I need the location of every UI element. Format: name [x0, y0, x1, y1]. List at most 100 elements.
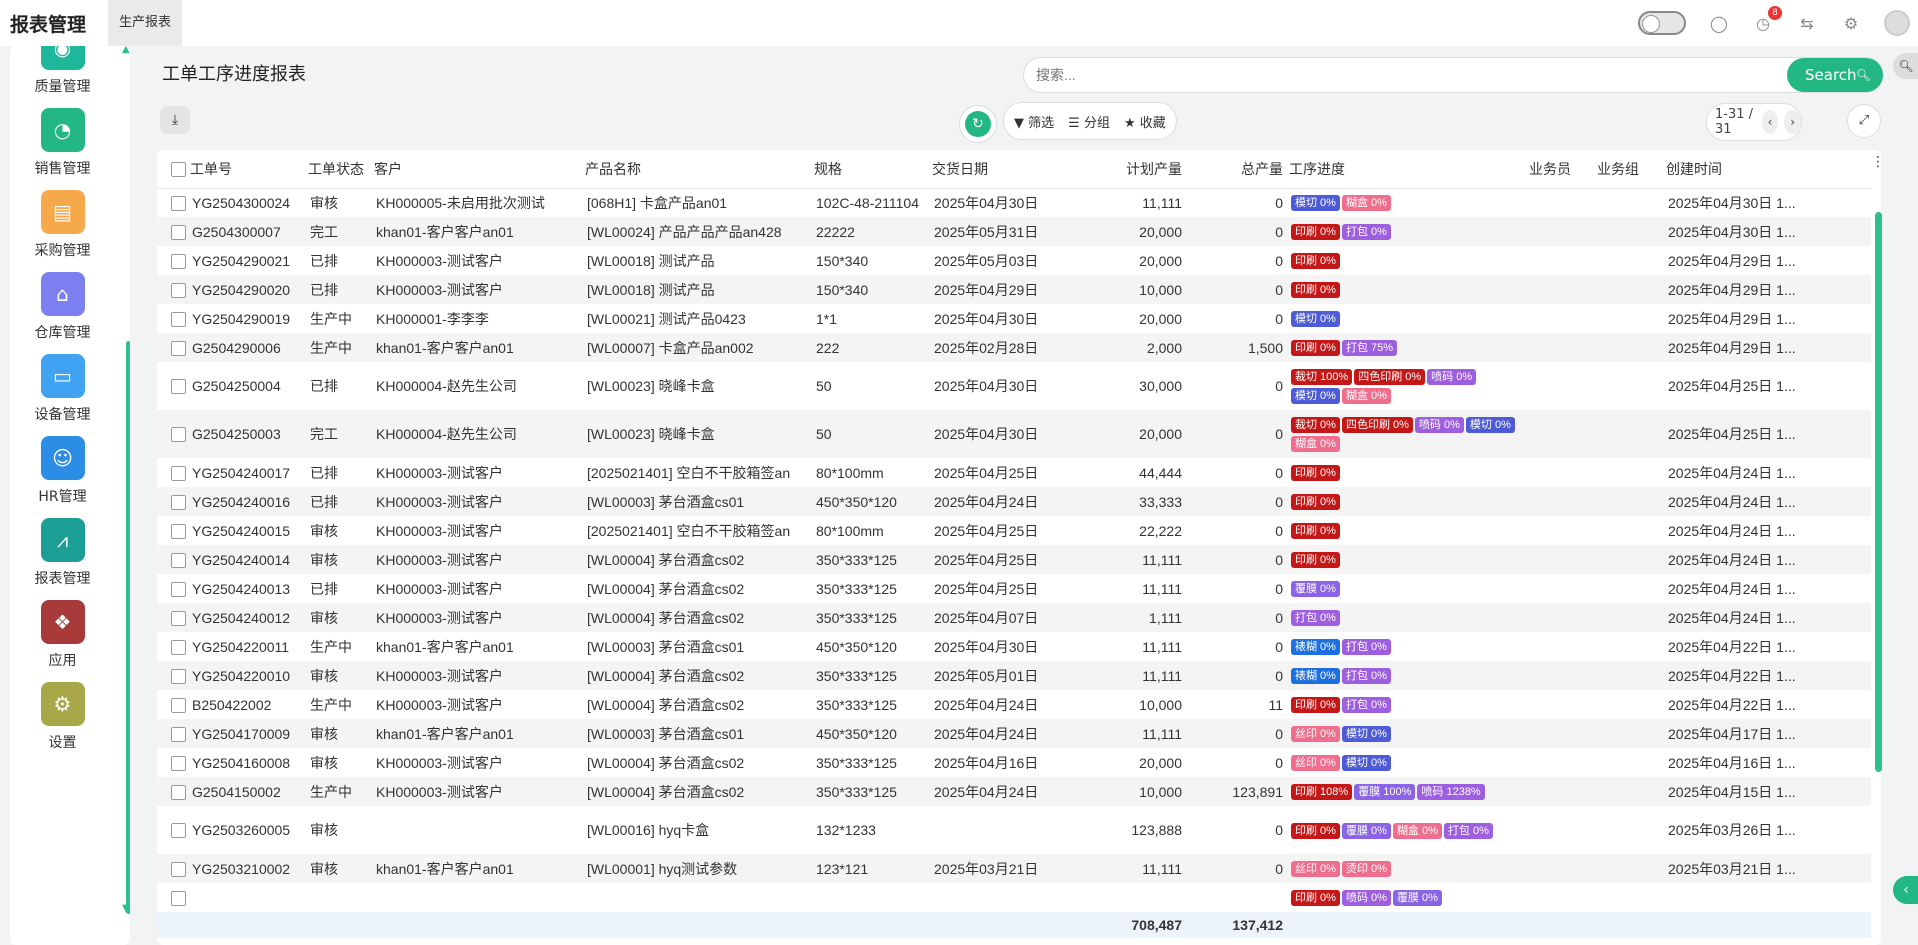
row-checkbox[interactable] [171, 494, 186, 510]
pager-range[interactable]: 1-31 / 31 [1715, 107, 1756, 137]
row-checkbox[interactable] [171, 581, 186, 597]
next-page-button[interactable]: › [1784, 110, 1801, 134]
table-row[interactable]: YG2504290021 已排 KH000003-测试客户 [WL00018] 测试产… [157, 246, 1871, 275]
column-header[interactable]: 工单状态 [308, 150, 374, 189]
settings-icon: ⚙ [40, 682, 85, 726]
table-row[interactable]: YG2504290020 已排 KH000003-测试客户 [WL00018] 测试产… [157, 275, 1871, 304]
cell-salesman [1529, 854, 1597, 883]
chat-icon[interactable]: ◯ [1708, 12, 1730, 34]
cell-customer: KH000001-李李李 [376, 310, 489, 327]
table-row[interactable]: YG2504240015 审核 KH000003-测试客户 [2025021401] … [157, 516, 1871, 545]
sidebar-scrollbar[interactable] [126, 341, 130, 914]
column-header[interactable]: 业务员 [1529, 150, 1597, 189]
cell-group [1597, 661, 1666, 690]
column-header[interactable]: 工单号 [190, 150, 308, 189]
table-row[interactable]: YG2504220011 生产中 khan01-客户客户an01 [WL00003] … [157, 632, 1871, 661]
search-button[interactable]: Search 🔍︎ [1787, 58, 1883, 92]
gear-icon[interactable]: ⚙ [1840, 12, 1862, 34]
table-row[interactable]: G2504290006 生产中 khan01-客户客户an01 [WL00007] 卡… [157, 333, 1871, 362]
row-checkbox[interactable] [171, 311, 186, 327]
table-row[interactable]: YG2504240014 审核 KH000003-测试客户 [WL00004] 茅台酒… [157, 545, 1871, 574]
column-header[interactable]: 工序进度 [1289, 150, 1529, 189]
column-header[interactable]: 创建时间 [1666, 150, 1871, 189]
sidebar-item-0[interactable]: ◉ 质量管理 [10, 46, 115, 96]
row-checkbox[interactable] [171, 755, 186, 771]
row-checkbox[interactable] [171, 697, 186, 713]
table-row[interactable]: G2504250003 完工 KH000004-赵先生公司 [WL00023] 晓峰卡… [157, 410, 1871, 458]
row-checkbox[interactable] [171, 610, 186, 626]
table-row[interactable]: YG2504290019 生产中 KH000001-李李李 [WL00021] 测试产… [157, 304, 1871, 333]
scroll-up-icon[interactable]: ▲ [122, 46, 130, 55]
row-checkbox[interactable] [171, 253, 186, 269]
clock-icon[interactable]: ◷ 8 [1752, 6, 1782, 34]
fullscreen-button[interactable]: ⤢ [1847, 104, 1881, 138]
column-header[interactable]: 客户 [374, 150, 585, 189]
row-checkbox[interactable] [171, 427, 186, 443]
row-checkbox[interactable] [171, 890, 186, 906]
tab-production-report[interactable]: 生产报表 [108, 0, 183, 46]
zoom-icon[interactable]: 🔍︎ [1893, 53, 1918, 79]
column-header[interactable]: 规格 [814, 150, 932, 189]
row-checkbox[interactable] [171, 639, 186, 655]
row-checkbox[interactable] [171, 523, 186, 539]
scroll-down-icon[interactable]: ▼ [122, 903, 130, 914]
sidebar-item-7[interactable]: ❖ 应用 [10, 600, 115, 670]
search-input[interactable] [1023, 57, 1883, 93]
row-checkbox[interactable] [171, 552, 186, 568]
avatar[interactable] [1884, 10, 1910, 36]
table-row[interactable]: YG2503210002 审核 khan01-客户客户an01 [WL00001] h… [157, 854, 1871, 883]
table-row[interactable]: G2504300007 完工 khan01-客户客户an01 [WL00024] 产品… [157, 217, 1871, 246]
sidebar-item-5[interactable]: ☺ HR管理 [10, 436, 115, 506]
table-row[interactable]: YG2503260005 审核 [WL00016] hyq卡盒 132*1233 123… [157, 806, 1871, 854]
table-row[interactable]: YG2504240017 已排 KH000003-测试客户 [2025021401] … [157, 458, 1871, 487]
row-checkbox[interactable] [171, 784, 186, 800]
theme-toggle[interactable] [1638, 11, 1686, 35]
column-header[interactable]: 总产量 [1188, 150, 1289, 189]
cell-no: G2504150002 [190, 777, 308, 806]
column-header[interactable]: 计划产量 [1078, 150, 1188, 189]
row-checkbox[interactable] [171, 224, 186, 240]
row-checkbox[interactable] [171, 196, 186, 212]
row-checkbox[interactable] [171, 668, 186, 684]
row-checkbox[interactable] [171, 340, 186, 356]
sidebar-item-6[interactable]: ⩘ 报表管理 [10, 518, 115, 588]
table-row[interactable]: YG2504170009 审核 khan01-客户客户an01 [WL00003] 茅… [157, 719, 1871, 748]
table-row[interactable]: YG2504300024 审核 KH000005-未启用批次测试 [068H1] 卡盒… [157, 188, 1871, 217]
column-header[interactable]: 业务组 [1597, 150, 1666, 189]
total-output: 137,412 [1188, 912, 1289, 938]
refresh-button[interactable]: ↻ [959, 105, 997, 143]
column-header[interactable]: 交货日期 [932, 150, 1078, 189]
table-row[interactable]: YG2504160008 审核 KH000003-测试客户 [WL00004] 茅台酒… [157, 748, 1871, 777]
row-checkbox[interactable] [171, 379, 186, 395]
row-checkbox[interactable] [171, 282, 186, 298]
filter-button[interactable]: ▼ 筛选 [1014, 112, 1054, 131]
sidebar-item-8[interactable]: ⚙ 设置 [10, 682, 115, 752]
select-all-checkbox[interactable] [171, 162, 186, 178]
row-checkbox[interactable] [171, 861, 186, 877]
cell-created: 2025年04月17日 1... [1666, 719, 1871, 748]
sidebar-item-4[interactable]: ▭ 设备管理 [10, 354, 115, 424]
group-button[interactable]: ☰ 分组 [1068, 112, 1110, 131]
download-button[interactable]: ⤓ [160, 106, 190, 134]
favorite-button[interactable]: ★ 收藏 [1124, 112, 1166, 131]
table-row[interactable]: B250422002 生产中 KH000003-测试客户 [WL00004] 茅台酒盒… [157, 690, 1871, 719]
table-row[interactable]: G2504250004 已排 KH000004-赵先生公司 [WL00023] 晓峰卡… [157, 362, 1871, 410]
sidebar-item-3[interactable]: ⌂ 仓库管理 [10, 272, 115, 342]
row-checkbox[interactable] [171, 823, 186, 839]
language-icon[interactable]: ⇆ [1796, 12, 1818, 34]
column-options-icon[interactable]: ⋮ [1871, 154, 1885, 170]
table-row[interactable]: 印刷 0% 喷码 0% 覆膜 0% [157, 883, 1871, 912]
column-header[interactable]: 产品名称 [585, 150, 814, 189]
prev-page-button[interactable]: ‹ [1761, 110, 1779, 134]
collapse-panel-icon[interactable]: ‹ [1893, 876, 1918, 904]
table-row[interactable]: YG2504240016 已排 KH000003-测试客户 [WL00003] 茅台酒… [157, 487, 1871, 516]
table-row[interactable]: YG2504240013 已排 KH000003-测试客户 [WL00004] 茅台酒… [157, 574, 1871, 603]
table-row[interactable]: YG2504220010 审核 KH000003-测试客户 [WL00004] 茅台酒… [157, 661, 1871, 690]
sidebar-item-2[interactable]: ▤ 采购管理 [10, 190, 115, 260]
table-row[interactable]: YG2504240012 审核 KH000003-测试客户 [WL00004] 茅台酒… [157, 603, 1871, 632]
sidebar-item-1[interactable]: ◔ 销售管理 [10, 108, 115, 178]
table-row[interactable]: G2504150002 生产中 KH000003-测试客户 [WL00004] 茅台酒… [157, 777, 1871, 806]
row-checkbox[interactable] [171, 726, 186, 742]
row-checkbox[interactable] [171, 465, 186, 481]
table-scrollbar[interactable] [1875, 212, 1882, 772]
